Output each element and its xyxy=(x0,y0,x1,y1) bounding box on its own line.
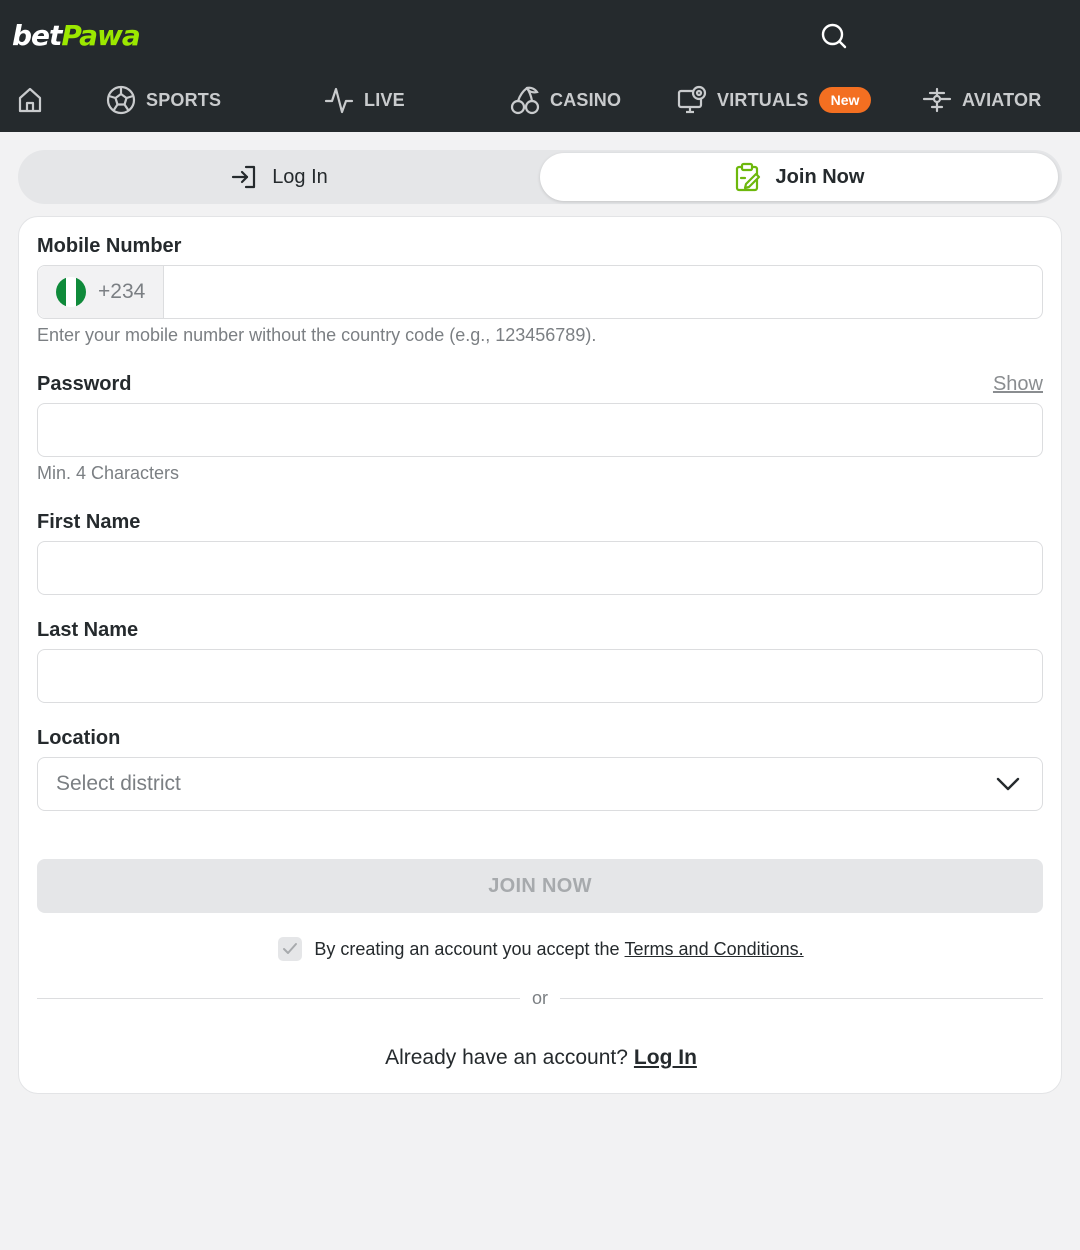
last-name-field[interactable] xyxy=(37,649,1043,703)
divider-or-text: or xyxy=(532,987,549,1008)
monitor-ball-icon xyxy=(677,85,707,114)
password-hint: Min. 4 Characters xyxy=(37,463,180,483)
search-icon xyxy=(821,23,847,49)
divider-line-right xyxy=(560,997,1044,999)
location-select[interactable]: Select district xyxy=(37,757,1043,811)
nav-virtuals[interactable]: VIRTUALS New xyxy=(677,72,872,128)
main-nav: SPORTS LIVE CASINO VIRTUALS New AVIATOR xyxy=(0,72,1080,128)
nav-casino-label: CASINO xyxy=(550,89,622,110)
new-badge: New xyxy=(818,87,872,113)
top-bar: betPawa SPORTS LIVE CASINO VIRTUALS New … xyxy=(0,0,1080,132)
terms-row: By creating an account you accept the Te… xyxy=(19,935,1063,963)
logo-part-pawa: Pawa xyxy=(61,19,140,52)
nav-virtuals-label: VIRTUALS xyxy=(717,89,809,110)
home-icon xyxy=(18,87,42,113)
location-placeholder: Select district xyxy=(56,772,181,795)
tab-login[interactable]: Log In xyxy=(20,153,538,201)
password-field[interactable] xyxy=(37,403,1043,457)
plane-icon xyxy=(922,87,952,113)
password-label: Password xyxy=(37,373,132,395)
location-label: Location xyxy=(37,727,121,749)
login-arrow-icon xyxy=(232,165,256,189)
mobile-number-field[interactable]: +234 xyxy=(37,265,1043,319)
checkmark-icon xyxy=(283,943,298,954)
tab-join[interactable]: Join Now xyxy=(540,153,1058,201)
tab-join-label: Join Now xyxy=(775,165,865,188)
already-have-account-text: Already have an account? xyxy=(385,1046,628,1069)
divider-line-left xyxy=(37,997,520,999)
auth-tabs: Log In Join Now xyxy=(18,150,1062,204)
first-name-field[interactable] xyxy=(37,541,1043,595)
country-code-selector[interactable]: +234 xyxy=(38,266,164,318)
last-name-label: Last Name xyxy=(37,619,139,641)
nav-home[interactable] xyxy=(16,72,44,128)
terms-link[interactable]: Terms and Conditions. xyxy=(625,939,804,960)
cherries-icon xyxy=(510,86,540,115)
betpawa-logo[interactable]: betPawa xyxy=(12,18,141,54)
first-name-label: First Name xyxy=(37,511,141,533)
nav-casino[interactable]: CASINO xyxy=(510,72,621,128)
soccer-ball-icon xyxy=(106,85,136,115)
nav-sports-label: SPORTS xyxy=(146,89,222,110)
terms-checkbox[interactable] xyxy=(278,937,303,961)
nav-live[interactable]: LIVE xyxy=(324,72,405,128)
registration-card: Mobile Number +234 Enter your mobile num… xyxy=(18,216,1062,1094)
terms-text: By creating an account you accept the xyxy=(314,938,620,959)
already-have-account-row: Already have an account? Log In xyxy=(19,1043,1063,1073)
nigeria-flag-icon xyxy=(56,277,86,307)
or-divider: or xyxy=(37,985,1044,1011)
logo-part-bet: bet xyxy=(12,19,62,52)
search-button[interactable] xyxy=(816,18,852,54)
mobile-number-label: Mobile Number xyxy=(37,235,182,257)
nav-sports[interactable]: SPORTS xyxy=(106,72,221,128)
clipboard-edit-icon xyxy=(735,162,760,192)
mobile-number-hint: Enter your mobile number without the cou… xyxy=(37,325,597,345)
pulse-icon xyxy=(324,87,354,114)
chevron-down-icon xyxy=(996,777,1020,791)
login-link[interactable]: Log In xyxy=(634,1046,697,1070)
tab-login-label: Log In xyxy=(272,165,328,188)
show-password-link[interactable]: Show xyxy=(993,373,1043,396)
join-now-button[interactable]: JOIN NOW xyxy=(37,859,1043,913)
nav-live-label: LIVE xyxy=(364,89,405,110)
nav-aviator[interactable]: AVIATOR xyxy=(922,72,1041,128)
nav-aviator-label: AVIATOR xyxy=(962,89,1042,110)
country-code: +234 xyxy=(98,280,146,303)
